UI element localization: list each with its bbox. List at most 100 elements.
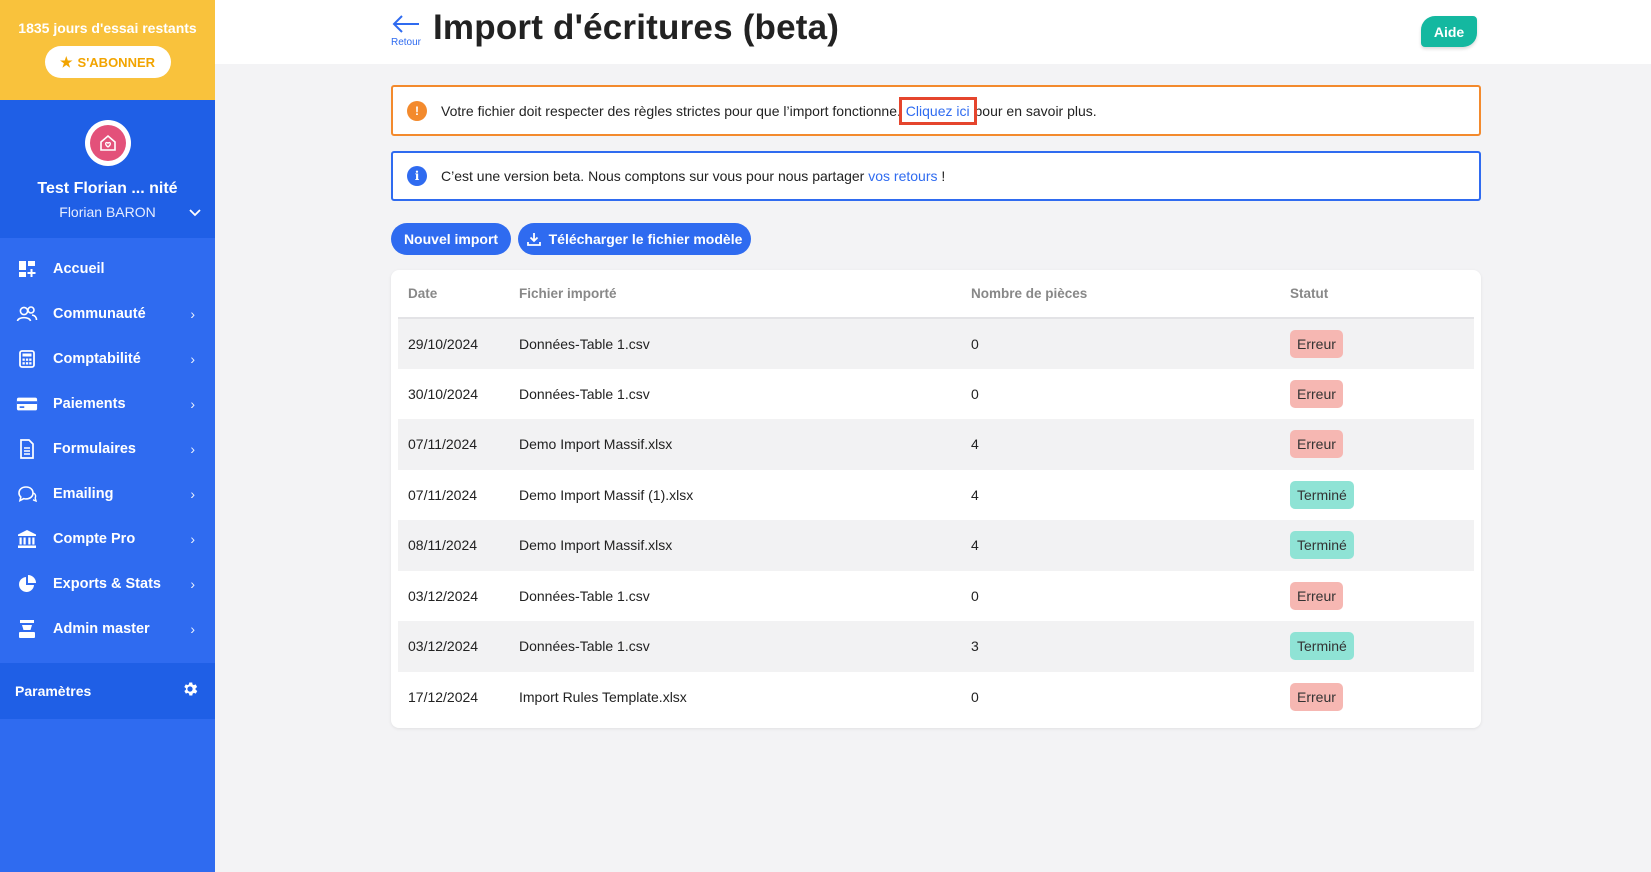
column-header-pieces[interactable]: Nombre de pièces bbox=[961, 270, 1280, 319]
cell-status: Erreur bbox=[1280, 369, 1474, 420]
heart-home-icon bbox=[89, 125, 126, 161]
organization-name: Test Florian ... nité bbox=[37, 180, 178, 197]
sidebar-item-label: Paiements bbox=[53, 395, 126, 412]
sidebar-item-admin-master[interactable]: Admin master › bbox=[0, 606, 215, 651]
cell-file: Demo Import Massif (1).xlsx bbox=[519, 486, 694, 503]
sidebar-item-communaute[interactable]: Communauté › bbox=[0, 291, 215, 336]
user-name: Florian BARON bbox=[59, 204, 156, 220]
help-button[interactable]: Aide bbox=[1421, 16, 1477, 47]
cell-pieces: 4 bbox=[971, 537, 979, 554]
gear-icon bbox=[181, 680, 199, 703]
sidebar-item-label: Compte Pro bbox=[53, 530, 136, 547]
cell-pieces: 4 bbox=[971, 436, 979, 453]
table-row[interactable]: 17/12/2024 Import Rules Template.xlsx 0 Err… bbox=[398, 671, 1474, 723]
table-row[interactable]: 07/11/2024 Demo Import Massif.xlsx 4 Erreur bbox=[398, 419, 1474, 470]
sidebar-item-comptabilite[interactable]: Comptabilité › bbox=[0, 336, 215, 381]
cell-status: Erreur bbox=[1280, 672, 1474, 723]
chevron-right-icon: › bbox=[190, 440, 195, 457]
cell-file: Données-Table 1.csv bbox=[519, 587, 650, 604]
organization-profile[interactable]: Test Florian ... nité Florian BARON bbox=[0, 100, 215, 238]
info-icon: i bbox=[407, 166, 427, 186]
cell-date: 03/12/2024 bbox=[408, 587, 479, 604]
chevron-down-icon[interactable] bbox=[189, 204, 201, 222]
sidebar-item-compte-pro[interactable]: Compte Pro › bbox=[0, 516, 215, 561]
feedback-link[interactable]: vos retours bbox=[868, 168, 937, 184]
cell-date: 07/11/2024 bbox=[408, 436, 478, 453]
people-icon bbox=[16, 303, 38, 325]
status-badge: Erreur bbox=[1290, 379, 1343, 408]
cell-file: Données-Table 1.csv bbox=[519, 638, 650, 655]
info-text-before: C’est une version beta. Nous comptons su… bbox=[441, 168, 869, 184]
sidebar-item-label: Accueil bbox=[53, 260, 105, 277]
cell-status: Erreur bbox=[1280, 571, 1474, 622]
cell-status: Terminé bbox=[1280, 621, 1474, 672]
warning-icon: ! bbox=[407, 100, 427, 121]
subscribe-label: S'ABONNER bbox=[77, 54, 156, 70]
back-button[interactable]: Retour bbox=[389, 14, 423, 48]
cell-date: 08/11/2024 bbox=[408, 537, 478, 554]
admin-icon bbox=[16, 618, 38, 640]
chat-icon bbox=[16, 483, 38, 505]
cell-status: Terminé bbox=[1280, 470, 1474, 521]
cell-pieces: 0 bbox=[971, 335, 979, 352]
back-label: Retour bbox=[390, 37, 421, 48]
avatar bbox=[84, 120, 131, 166]
status-badge: Erreur bbox=[1290, 682, 1343, 711]
cell-file: Demo Import Massif.xlsx bbox=[519, 537, 673, 554]
table-row[interactable]: 03/12/2024 Données-Table 1.csv 0 Erreur bbox=[398, 570, 1474, 622]
pie-chart-icon bbox=[16, 573, 38, 595]
sidebar-nav: Accueil Communauté › Comptabilité › Paiements… bbox=[0, 238, 215, 651]
column-header-status[interactable]: Statut bbox=[1280, 270, 1474, 319]
cell-pieces: 3 bbox=[971, 638, 979, 655]
cell-file: Données-Table 1.csv bbox=[519, 385, 650, 402]
cell-file: Demo Import Massif.xlsx bbox=[519, 436, 673, 453]
arrow-left-icon bbox=[392, 15, 419, 33]
cell-date: 07/11/2024 bbox=[408, 486, 478, 503]
calculator-icon bbox=[16, 348, 38, 370]
cell-status: Erreur bbox=[1280, 318, 1474, 369]
download-template-button[interactable]: Télécharger le fichier modèle bbox=[518, 223, 751, 255]
chevron-right-icon: › bbox=[190, 530, 195, 547]
sidebar-item-paiements[interactable]: Paiements › bbox=[0, 381, 215, 426]
status-badge: Erreur bbox=[1290, 430, 1343, 459]
cell-pieces: 0 bbox=[971, 385, 979, 402]
table-row[interactable]: 07/11/2024 Demo Import Massif (1).xlsx 4 Te… bbox=[398, 469, 1474, 521]
sidebar-item-label: Comptabilité bbox=[53, 350, 141, 367]
page-header: Retour Import d'écritures (beta) Aide bbox=[215, 0, 1651, 64]
table-row[interactable]: 29/10/2024 Données-Table 1.csv 0 Erreur bbox=[398, 318, 1474, 369]
table-row[interactable]: 08/11/2024 Demo Import Massif.xlsx 4 Termin… bbox=[398, 520, 1474, 571]
cell-pieces: 0 bbox=[971, 587, 979, 604]
page-title: Import d'écritures (beta) bbox=[433, 8, 840, 47]
credit-card-icon bbox=[16, 393, 38, 415]
sidebar-item-emailing[interactable]: Emailing › bbox=[0, 471, 215, 516]
status-badge: Terminé bbox=[1290, 480, 1354, 509]
table-row[interactable]: 30/10/2024 Données-Table 1.csv 0 Erreur bbox=[398, 368, 1474, 420]
bank-icon bbox=[16, 528, 38, 550]
cell-file: Import Rules Template.xlsx bbox=[519, 688, 687, 705]
status-badge: Erreur bbox=[1290, 329, 1343, 358]
dashboard-icon bbox=[16, 258, 38, 280]
learn-more-link[interactable]: Cliquez ici bbox=[898, 96, 977, 125]
chevron-right-icon: › bbox=[190, 350, 195, 367]
trial-days-text: 1835 jours d'essai restants bbox=[18, 20, 197, 36]
column-header-date[interactable]: Date bbox=[398, 270, 509, 319]
settings-button[interactable]: Paramètres bbox=[0, 663, 215, 719]
warning-text-after: pour en savoir plus. bbox=[970, 102, 1097, 119]
subscribe-button[interactable]: ★ S'ABONNER bbox=[44, 46, 171, 78]
sidebar-item-accueil[interactable]: Accueil bbox=[0, 246, 215, 291]
sidebar-item-exports-stats[interactable]: Exports & Stats › bbox=[0, 561, 215, 606]
cell-status: Erreur bbox=[1280, 419, 1474, 470]
settings-label: Paramètres bbox=[15, 683, 92, 699]
sidebar-item-formulaires[interactable]: Formulaires › bbox=[0, 426, 215, 471]
status-badge: Terminé bbox=[1290, 531, 1354, 560]
table-row[interactable]: 03/12/2024 Données-Table 1.csv 3 Terminé bbox=[398, 621, 1474, 672]
new-import-button[interactable]: Nouvel import bbox=[391, 223, 511, 255]
chevron-right-icon: › bbox=[190, 305, 195, 322]
sidebar-item-label: Admin master bbox=[53, 620, 150, 637]
cell-status: Terminé bbox=[1280, 520, 1474, 571]
column-header-file[interactable]: Fichier importé bbox=[509, 270, 961, 319]
chevron-right-icon: › bbox=[190, 620, 195, 637]
cell-pieces: 4 bbox=[971, 486, 979, 503]
cell-file: Données-Table 1.csv bbox=[519, 335, 650, 352]
sidebar-item-label: Communauté bbox=[53, 305, 146, 322]
